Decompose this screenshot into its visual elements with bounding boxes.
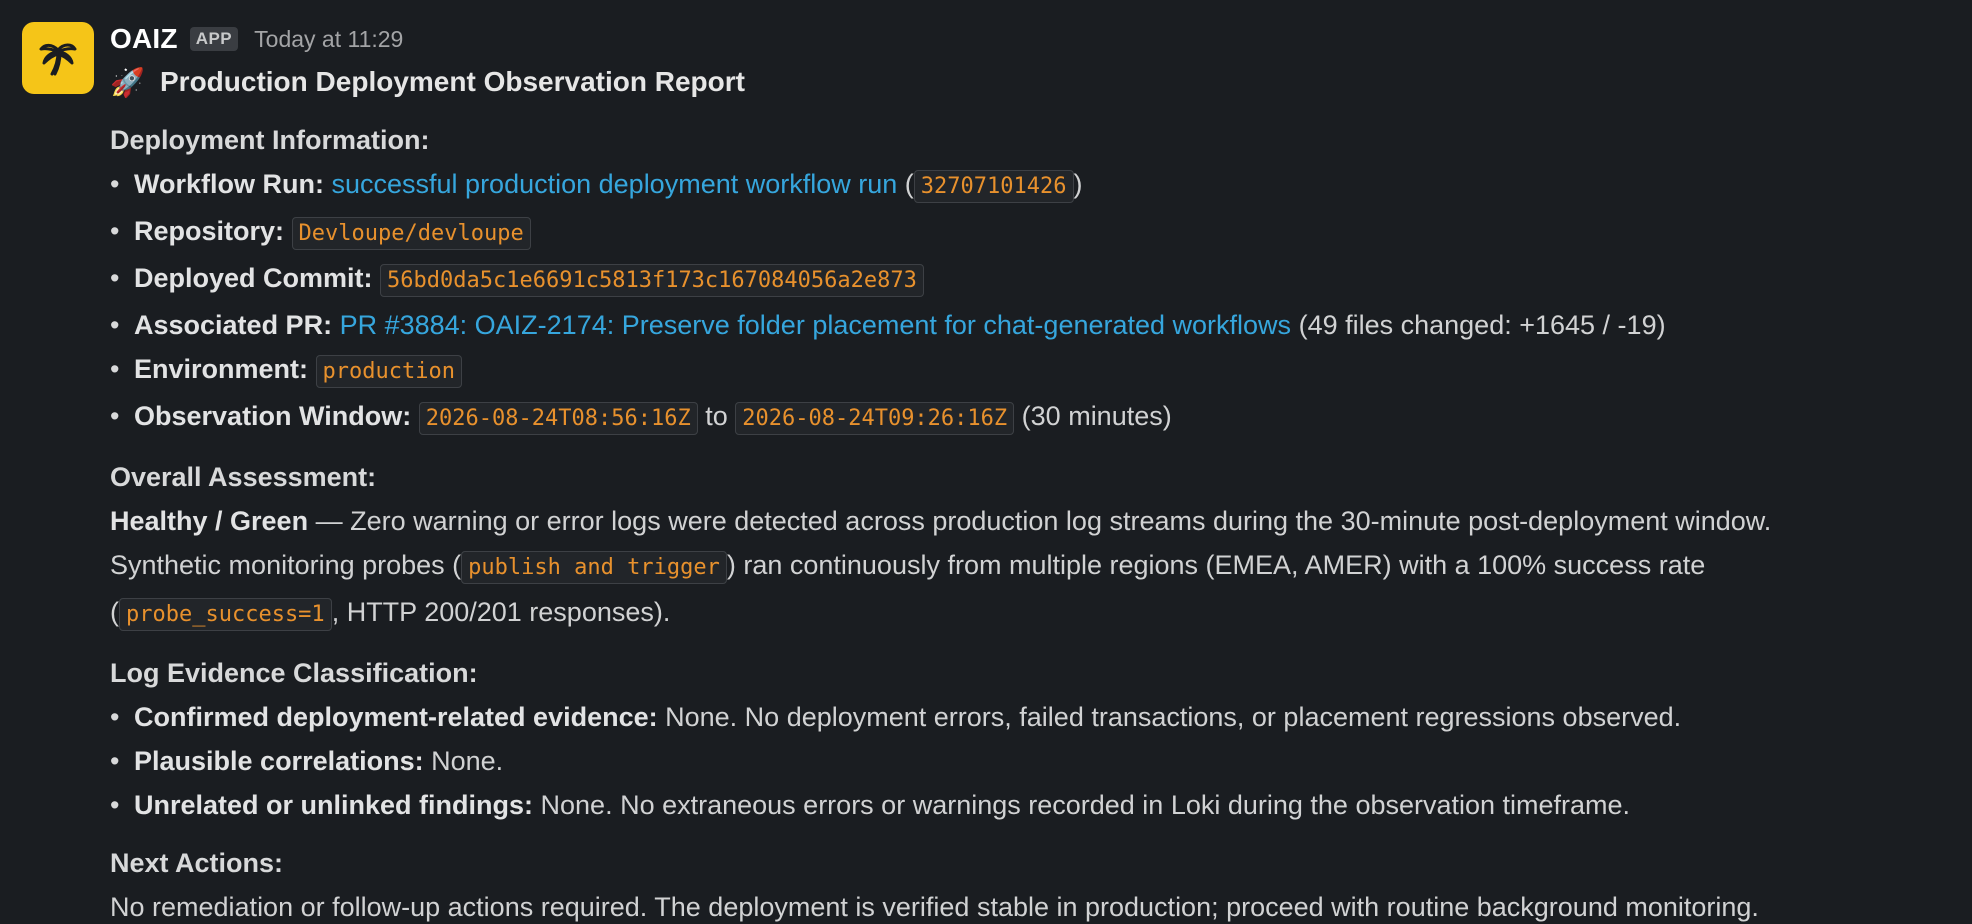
workflow-run-id: 32707101426 <box>913 170 1074 203</box>
app-badge: APP <box>189 27 239 51</box>
workflow-run-row: • Workflow Run: successful production dep… <box>110 162 1960 209</box>
bullet: • <box>110 702 120 732</box>
bullet: • <box>110 354 120 384</box>
bullet: • <box>110 169 120 199</box>
commit-hash: 56bd0da5c1e6691c5813f173c167084056a2e873 <box>380 264 924 297</box>
assessment-summary: — Zero warning or error logs were detect… <box>308 506 1772 536</box>
rocket-icon: 🚀 <box>110 66 145 98</box>
assessment-heading: Overall Assessment: <box>110 462 377 492</box>
bullet: • <box>110 216 120 246</box>
next-actions-heading: Next Actions: <box>110 848 284 878</box>
assessment-line-1: Healthy / Green — Zero warning or error … <box>110 499 1960 543</box>
close-paren: ) <box>1073 169 1083 199</box>
palm-tree-icon <box>39 43 77 76</box>
workflow-run-label: Workflow Run: <box>134 169 324 199</box>
probe-name-code: publish and trigger <box>461 551 727 584</box>
report-title-line: 🚀 Production Deployment Observation Repo… <box>110 60 1960 104</box>
window-to: to <box>705 401 728 431</box>
workflow-run-link[interactable]: successful production deployment workflo… <box>332 169 898 199</box>
probe-success-code: probe_success=1 <box>119 598 332 631</box>
classification-label: Plausible correlations: <box>134 746 424 776</box>
pr-link[interactable]: PR #3884: OAIZ-2174: Preserve folder pla… <box>340 310 1291 340</box>
open-paren: ( <box>110 597 119 627</box>
classification-text: None. <box>423 746 504 776</box>
pr-label: Associated PR: <box>134 310 333 340</box>
open-paren: ( <box>904 169 914 199</box>
report-title: Production Deployment Observation Report <box>160 66 745 97</box>
commit-label: Deployed Commit: <box>134 263 373 293</box>
classification-item: • Plausible correlations: None. <box>110 739 1960 783</box>
classification-item: • Unrelated or unlinked findings: None. N… <box>110 783 1960 827</box>
sender-name[interactable]: OAIZ <box>110 23 178 55</box>
repository-value: Devloupe/devloupe <box>291 217 531 250</box>
message-header: OAIZ APP Today at 11:29 <box>110 18 1960 60</box>
classification-item: • Confirmed deployment-related evidence: … <box>110 695 1960 739</box>
bot-message: OAIZ APP Today at 11:29 🚀 Production Dep… <box>0 0 1972 924</box>
probes-result-text: ) ran continuously from multiple regions… <box>726 550 1706 580</box>
http-responses-text: , HTTP 200/201 responses). <box>331 597 671 627</box>
environment-value: production <box>315 355 462 388</box>
bullet: • <box>110 263 120 293</box>
observation-window-label: Observation Window: <box>134 401 412 431</box>
commit-row: • Deployed Commit: 56bd0da5c1e6691c5813f1… <box>110 256 1960 303</box>
avatar[interactable] <box>22 22 94 94</box>
observation-window-row: • Observation Window: 2026-08-24T08:56:16… <box>110 394 1960 441</box>
message-content: OAIZ APP Today at 11:29 🚀 Production Dep… <box>110 18 1960 924</box>
window-duration: (30 minutes) <box>1021 401 1172 431</box>
bullet: • <box>110 746 120 776</box>
assessment-line-3: (probe_success=1, HTTP 200/201 responses… <box>110 590 1960 637</box>
environment-label: Environment: <box>134 354 309 384</box>
classification-label: Unrelated or unlinked findings: <box>134 790 534 820</box>
classification-label: Confirmed deployment-related evidence: <box>134 702 658 732</box>
bullet: • <box>110 310 120 340</box>
assessment-line-2: Synthetic monitoring probes (publish and… <box>110 543 1960 590</box>
probes-text: Synthetic monitoring probes ( <box>110 550 462 580</box>
repository-row: • Repository: Devloupe/devloupe <box>110 209 1960 256</box>
timestamp[interactable]: Today at 11:29 <box>254 26 403 53</box>
classification-text: None. No deployment errors, failed trans… <box>657 702 1682 732</box>
bullet: • <box>110 401 120 431</box>
environment-row: • Environment: production <box>110 347 1960 394</box>
window-start: 2026-08-24T08:56:16Z <box>418 402 698 435</box>
deployment-heading: Deployment Information: <box>110 125 430 155</box>
assessment-text: Healthy / Green — Zero warning or error … <box>110 499 1960 637</box>
health-status: Healthy / Green <box>110 506 309 536</box>
classification-text: None. No extraneous errors or warnings r… <box>533 790 1631 820</box>
next-actions-text: No remediation or follow-up actions requ… <box>110 892 1759 922</box>
classification-heading: Log Evidence Classification: <box>110 658 478 688</box>
repository-label: Repository: <box>134 216 285 246</box>
pr-stats: (49 files changed: +1645 / -19) <box>1298 310 1666 340</box>
bullet: • <box>110 790 120 820</box>
window-end: 2026-08-24T09:26:16Z <box>735 402 1015 435</box>
pr-row: • Associated PR: PR #3884: OAIZ-2174: Pre… <box>110 303 1960 347</box>
